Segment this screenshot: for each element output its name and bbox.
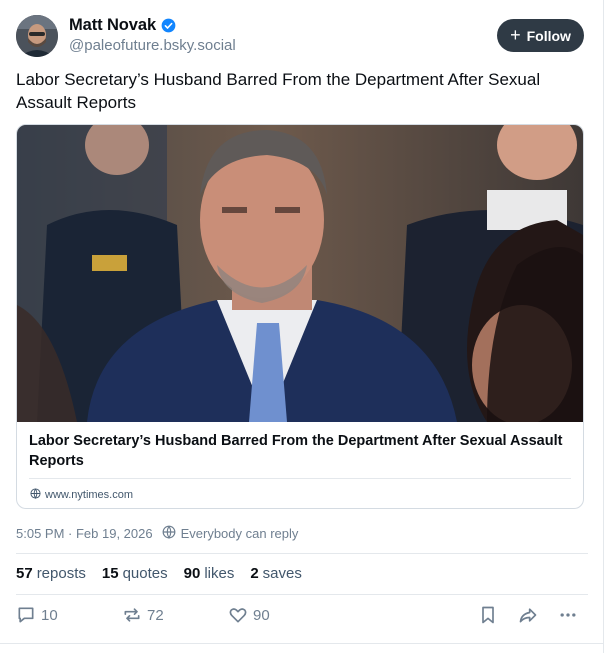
post-text: Labor Secretary’s Husband Barred From th…	[16, 70, 541, 112]
reply-count: 10	[41, 606, 58, 624]
reply-setting-label: Everybody can reply	[180, 526, 299, 541]
author-display-name[interactable]: Matt Novak	[69, 16, 156, 35]
repost-button[interactable]: 72	[122, 605, 164, 625]
globe-icon	[30, 486, 41, 504]
repost-count: 72	[147, 606, 164, 624]
quotes-stat[interactable]: 15 quotes	[102, 565, 168, 582]
author-handle[interactable]: @paleofuture.bsky.social	[69, 37, 236, 54]
follow-button-label: Follow	[526, 27, 571, 44]
share-button[interactable]	[518, 605, 538, 625]
repost-icon	[122, 605, 142, 625]
link-card-domain-row: www.nytimes.com	[30, 486, 133, 504]
bookmark-button[interactable]	[478, 605, 498, 625]
divider-bottom	[16, 594, 588, 595]
reposts-stat[interactable]: 57 reposts	[16, 565, 86, 582]
post-timestamp[interactable]: 5:05 PM · Feb 19, 2026	[16, 526, 153, 541]
like-button[interactable]: 90	[228, 605, 270, 625]
link-card-domain: www.nytimes.com	[45, 489, 134, 501]
share-icon	[518, 605, 538, 625]
reply-icon	[16, 605, 36, 625]
likes-stat[interactable]: 90 likes	[184, 565, 235, 582]
plus-icon: +	[510, 24, 521, 45]
heart-icon	[228, 605, 248, 625]
link-card-title: Labor Secretary’s Husband Barred From th…	[29, 433, 563, 469]
follow-button[interactable]: + Follow	[497, 19, 584, 52]
more-options-button[interactable]	[558, 605, 578, 625]
author-name-row[interactable]: Matt Novak	[69, 16, 176, 35]
avatar-image	[16, 15, 58, 57]
more-icon	[558, 605, 578, 625]
bookmark-icon	[478, 605, 498, 625]
bottom-divider	[0, 643, 604, 644]
reply-button[interactable]: 10	[16, 605, 58, 625]
post-actions: 10 72 90	[16, 605, 586, 633]
link-card-image	[17, 125, 583, 422]
saves-stat[interactable]: 2 saves	[250, 565, 302, 582]
post-meta-row: 5:05 PM · Feb 19, 2026 Everybody can rep…	[16, 525, 298, 542]
like-count: 90	[253, 606, 270, 624]
reply-setting[interactable]: Everybody can reply	[162, 525, 299, 542]
link-card[interactable]: Labor Secretary’s Husband Barred From th…	[16, 124, 584, 509]
avatar[interactable]	[16, 15, 58, 57]
divider-top	[16, 553, 588, 554]
engagement-stats: 57 reposts 15 quotes 90 likes 2 saves	[16, 565, 318, 582]
verified-check-icon[interactable]	[161, 18, 176, 33]
globe-icon	[162, 525, 176, 542]
link-card-divider	[29, 478, 571, 479]
